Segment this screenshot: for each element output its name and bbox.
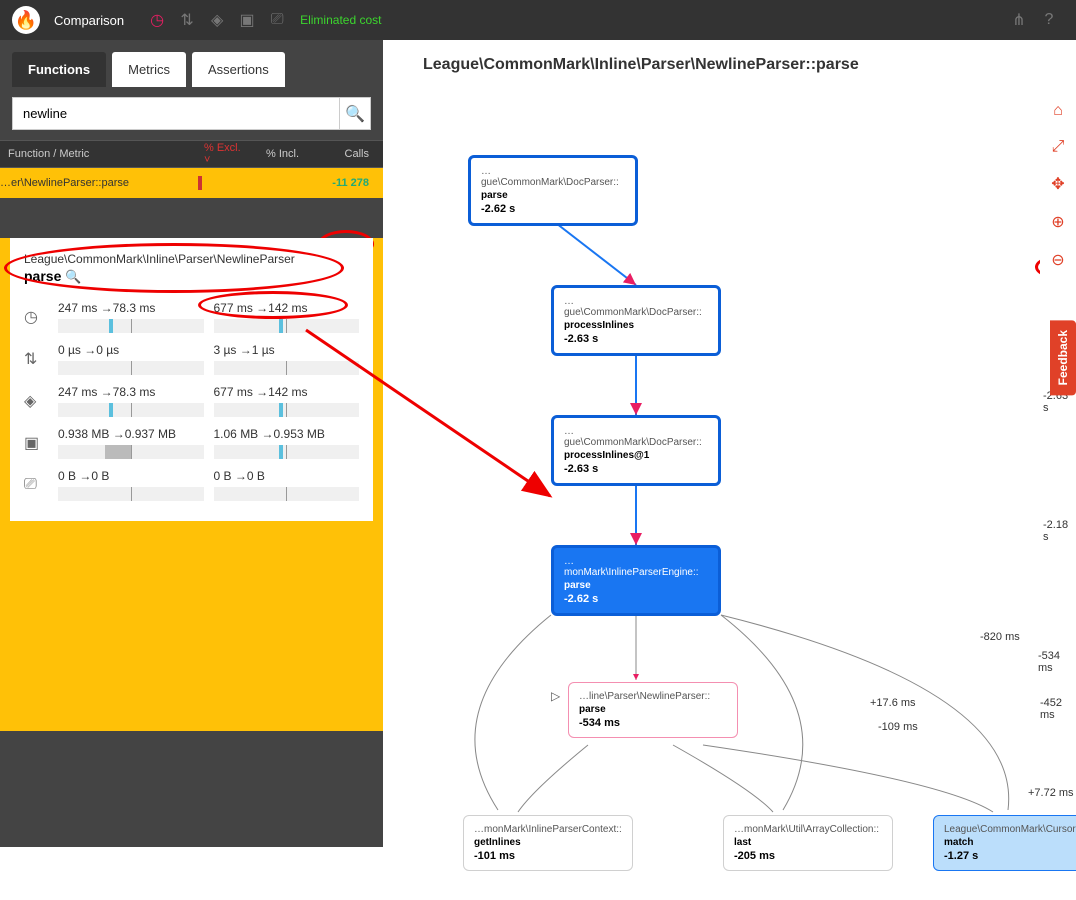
memory-metric-icon: ▣ xyxy=(24,433,48,453)
detail-wrapper: League\CommonMark\Inline\Parser\NewlineP… xyxy=(0,238,383,731)
node-last[interactable]: …monMark\Util\ArrayCollection::last-205 … xyxy=(723,815,893,871)
row-calls: -11 278 xyxy=(320,177,383,189)
node-newlineparser[interactable]: ▷ …line\Parser\NewlineParser::parse-534 … xyxy=(568,682,738,738)
expand-icon[interactable]: ⤢ xyxy=(1052,138,1065,156)
help-icon[interactable]: ? xyxy=(1034,5,1064,35)
edge-56: -109 ms xyxy=(878,721,918,733)
m3b: 677 ms →142 ms xyxy=(214,385,360,399)
search-bar: 🔍 xyxy=(0,87,383,140)
sidebar: Functions Metrics Assertions 🔍 Function … xyxy=(0,40,383,847)
io-metric-icon: ⇅ xyxy=(24,349,48,369)
flag-icon: ▷ xyxy=(551,689,560,703)
edge-68: -452 ms xyxy=(1040,697,1076,721)
node-match[interactable]: League\CommonMark\Cursor::match-1.27 s xyxy=(933,815,1076,871)
m1a: 247 ms →78.3 ms xyxy=(58,301,204,315)
edge-45: -534 ms xyxy=(1038,650,1076,674)
edge-34: -2.18 s xyxy=(1043,519,1076,543)
zoom-out-icon[interactable]: ⊖ xyxy=(1051,250,1064,270)
col-calls[interactable]: Calls xyxy=(320,148,383,160)
app-header: 🔥 Comparison ◷ ⇅ ◈ ▣ ⎚ Eliminated cost ⋔… xyxy=(0,0,1076,40)
m4a: 0.938 MB →0.937 MB xyxy=(58,427,204,441)
detail-method: parse🔍 xyxy=(24,268,359,285)
cpu-icon[interactable]: ◈ xyxy=(202,5,232,35)
network-metric-icon: ⎚ xyxy=(24,476,48,494)
detail-card: League\CommonMark\Inline\Parser\NewlineP… xyxy=(10,238,373,521)
eliminated-cost[interactable]: Eliminated cost xyxy=(300,13,381,27)
logo-icon: 🔥 xyxy=(12,6,40,34)
columns-header: Function / Metric % Excl. ˅ % Incl. Call… xyxy=(0,140,383,168)
node-docparser-parse[interactable]: …gue\CommonMark\DocParser:: parse -2.62 … xyxy=(468,155,638,226)
app-title: Comparison xyxy=(54,13,124,28)
m1b: 677 ms →142 ms xyxy=(214,301,360,315)
zoom-in-icon[interactable]: ⊕ xyxy=(1051,212,1064,232)
tab-functions[interactable]: Functions xyxy=(12,52,106,87)
share-icon[interactable]: ⋔ xyxy=(1004,5,1034,35)
search-icon[interactable]: 🔍 xyxy=(65,269,81,284)
home-icon[interactable]: ⌂ xyxy=(1053,102,1063,120)
node-inlineparserengine[interactable]: …monMark\InlineParserEngine::parse-2.62 … xyxy=(551,545,721,616)
m5a: 0 B →0 B xyxy=(58,469,204,483)
node-processinlines1[interactable]: …gue\CommonMark\DocParser::processInline… xyxy=(551,415,721,486)
node-processinlines[interactable]: …gue\CommonMark\DocParser::processInline… xyxy=(551,285,721,356)
tab-assertions[interactable]: Assertions xyxy=(192,52,285,87)
feedback-button[interactable]: Feedback xyxy=(1050,320,1076,395)
call-graph[interactable]: …gue\CommonMark\DocParser:: parse -2.62 … xyxy=(383,90,1076,897)
row-name: …er\NewlineParser::parse xyxy=(0,177,196,189)
edge-58: -820 ms xyxy=(980,631,1020,643)
main-title: League\CommonMark\Inline\Parser\NewlineP… xyxy=(383,40,1076,90)
table-row[interactable]: …er\NewlineParser::parse -11 278 xyxy=(0,168,383,198)
row-excl xyxy=(196,176,258,190)
m3a: 247 ms →78.3 ms xyxy=(58,385,204,399)
time-icon: ◷ xyxy=(24,307,48,327)
memory-icon[interactable]: ▣ xyxy=(232,5,262,35)
col-function[interactable]: Function / Metric xyxy=(0,148,196,160)
m4b: 1.06 MB →0.953 MB xyxy=(214,427,360,441)
edge-66: +7.72 ms xyxy=(1028,787,1074,799)
main-graph: League\CommonMark\Inline\Parser\NewlineP… xyxy=(383,40,1076,847)
node-getinlines[interactable]: …monMark\InlineParserContext::getInlines… xyxy=(463,815,633,871)
detail-class: League\CommonMark\Inline\Parser\NewlineP… xyxy=(24,252,359,266)
tab-metrics[interactable]: Metrics xyxy=(112,52,186,87)
cpu-metric-icon: ◈ xyxy=(24,391,48,411)
fit-icon[interactable]: ✥ xyxy=(1051,174,1064,194)
io-icon[interactable]: ⇅ xyxy=(172,5,202,35)
tabs: Functions Metrics Assertions xyxy=(0,40,383,87)
view-tools: ⌂ ⤢ ✥ ⊕ ⊖ xyxy=(1040,90,1076,282)
network-icon[interactable]: ⎚ xyxy=(262,5,292,35)
col-incl[interactable]: % Incl. xyxy=(258,148,320,160)
search-input[interactable] xyxy=(12,97,339,130)
m2b: 3 µs →1 µs xyxy=(214,343,360,357)
m2a: 0 µs →0 µs xyxy=(58,343,204,357)
m5b: 0 B →0 B xyxy=(214,469,360,483)
col-excl[interactable]: % Excl. ˅ xyxy=(196,142,258,166)
edge-67: +17.6 ms xyxy=(870,697,916,709)
timer-icon[interactable]: ◷ xyxy=(142,5,172,35)
search-button[interactable]: 🔍 xyxy=(339,97,371,130)
metrics-grid: ◷ 247 ms →78.3 ms 677 ms →142 ms ⇅ 0 µs … xyxy=(24,301,359,501)
